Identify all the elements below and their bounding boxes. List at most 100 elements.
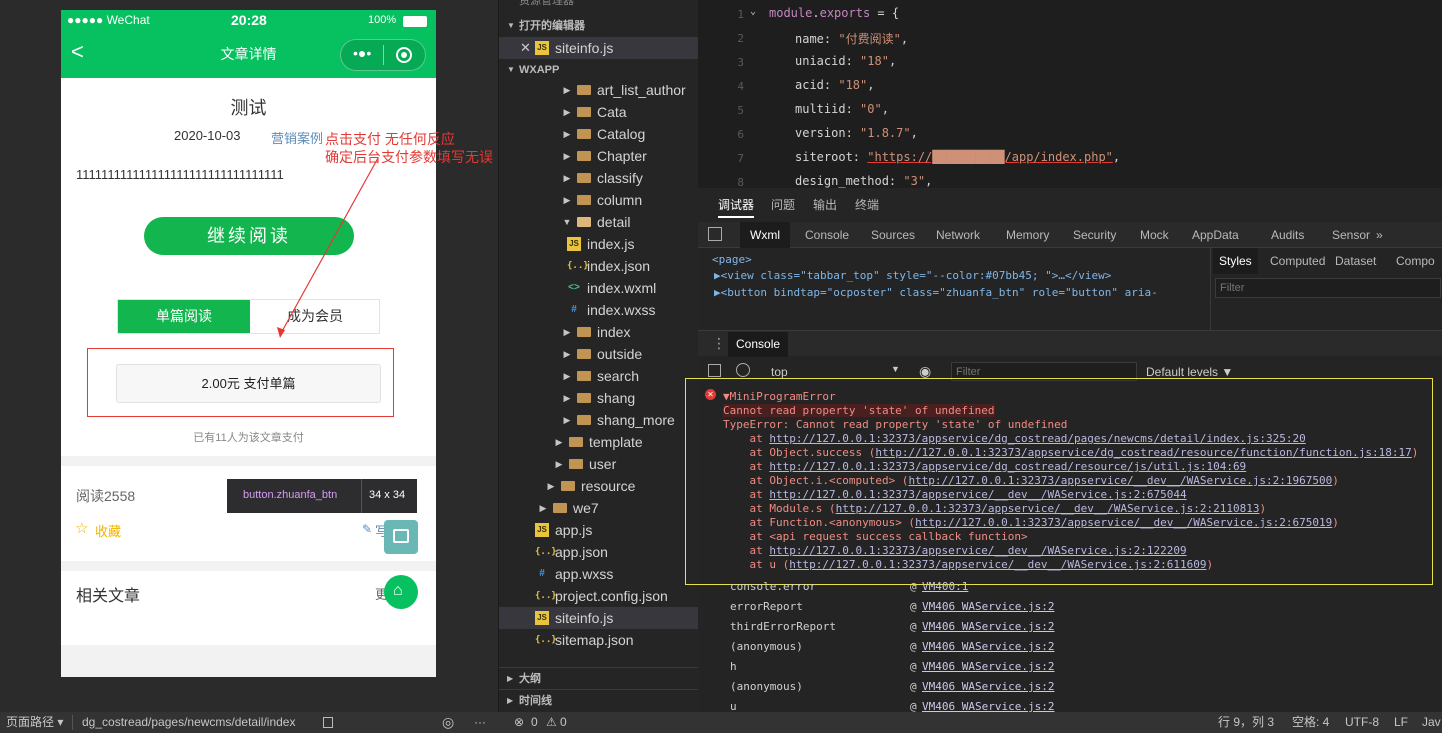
caret-right-icon[interactable]: ▶ [554, 431, 564, 453]
caret-right-icon[interactable]: ▶ [562, 387, 572, 409]
stack-link[interactable]: http://127.0.0.1:32373/appservice/__dev_… [836, 502, 1260, 515]
caret-right-icon[interactable]: ▶ [562, 145, 572, 167]
more-tabs-icon[interactable]: » [1376, 222, 1383, 248]
tree-item-user[interactable]: ▶ user [499, 453, 699, 475]
style-tab-compo[interactable]: Compo [1396, 248, 1435, 274]
tree-item-search[interactable]: ▶ search [499, 365, 699, 387]
style-tab-computed[interactable]: Computed [1270, 248, 1325, 274]
stack-link[interactable]: http://127.0.0.1:32373/appservice/__dev_… [789, 558, 1206, 571]
clear-console-icon[interactable] [736, 363, 750, 377]
indent-setting[interactable]: 空格: 4 [1292, 712, 1329, 733]
encoding[interactable]: UTF-8 [1345, 712, 1379, 733]
tree-item-app-js[interactable]: JS app.js [499, 519, 699, 541]
caret-right-icon[interactable]: ▶ [562, 101, 572, 123]
stack-link[interactable]: http://127.0.0.1:32373/appservice/dg_cos… [875, 446, 1411, 459]
tree-item-art-list-author[interactable]: ▶ art_list_author [499, 79, 699, 101]
call-source-link[interactable]: VM406 WAService.js:2 [922, 680, 1054, 693]
stack-link[interactable]: http://127.0.0.1:32373/appservice/__dev_… [769, 488, 1186, 501]
caret-right-icon[interactable]: ▶ [562, 189, 572, 211]
caret-right-icon[interactable]: ▶ [562, 321, 572, 343]
inspect-icon[interactable] [708, 227, 722, 241]
panel-tab-console[interactable]: Console [805, 222, 849, 248]
more-icon[interactable]: ··· [474, 712, 486, 733]
drawer-menu-icon[interactable]: ⋮ [712, 335, 726, 352]
call-source-link[interactable]: VM406 WAService.js:2 [922, 620, 1054, 633]
caret-right-icon[interactable]: ▶ [546, 475, 556, 497]
tree-item-template[interactable]: ▶ template [499, 431, 699, 453]
tree-item-index-wxss[interactable]: # index.wxss [499, 299, 699, 321]
eye-icon[interactable]: ◎ [442, 712, 454, 733]
caret-right-icon[interactable]: ▶ [562, 365, 572, 387]
wxml-line-1[interactable]: ▶<view class="tabbar_top" style="--color… [714, 269, 1111, 282]
console-drawer-tab[interactable]: Console [728, 332, 789, 357]
error-count[interactable]: 0 [531, 712, 538, 733]
tree-item-app-json[interactable]: {..} app.json [499, 541, 699, 563]
panel-tab-memory[interactable]: Memory [1006, 222, 1049, 248]
panel-tab-audits[interactable]: Audits [1271, 222, 1304, 248]
caret-right-icon[interactable]: ▶ [562, 79, 572, 101]
close-icon[interactable]: ✕ [520, 37, 531, 59]
styles-filter-input[interactable] [1215, 278, 1441, 298]
open-editors-header[interactable]: ▼ 打开的编辑器 [499, 15, 699, 37]
call-source-link[interactable]: VM400:1 [922, 580, 968, 593]
warning-icon[interactable]: ⚠ [546, 712, 557, 733]
open-editor-siteinfo[interactable]: ✕ JS siteinfo.js [499, 37, 699, 59]
page-path-label[interactable]: 页面路径 ▾ [6, 712, 63, 733]
panel-tab-security[interactable]: Security [1073, 222, 1116, 248]
warning-count[interactable]: 0 [560, 712, 567, 733]
panel-tab-mock[interactable]: Mock [1140, 222, 1169, 248]
stack-link[interactable]: http://127.0.0.1:32373/appservice/__dev_… [769, 544, 1186, 557]
error-count-icon[interactable]: ⊗ [514, 712, 524, 733]
tree-item-detail[interactable]: ▼ detail [499, 211, 699, 233]
tree-item-siteinfo-js[interactable]: JS siteinfo.js [499, 607, 699, 629]
panel-tab-wxml[interactable]: Wxml [740, 222, 790, 248]
copy-icon[interactable] [323, 717, 333, 728]
context-select[interactable]: top [771, 365, 788, 379]
tree-item-resource[interactable]: ▶ resource [499, 475, 699, 497]
tree-item-index[interactable]: ▶ index [499, 321, 699, 343]
wxml-line-2[interactable]: ▶<button bindtap="ocposter" class="zhuan… [714, 286, 1158, 299]
tree-item-shang[interactable]: ▶ shang [499, 387, 699, 409]
caret-down-icon[interactable]: ▼ [562, 211, 572, 233]
devtools-tab-2[interactable]: 输出 [813, 188, 837, 222]
caret-right-icon[interactable]: ▶ [554, 453, 564, 475]
panel-tab-sources[interactable]: Sources [871, 222, 915, 248]
context-dropdown-icon[interactable]: ▼ [891, 364, 900, 374]
panel-tab-network[interactable]: Network [936, 222, 980, 248]
tree-item-column[interactable]: ▶ column [499, 189, 699, 211]
stack-link[interactable]: http://127.0.0.1:32373/appservice/dg_cos… [769, 460, 1246, 473]
tree-item-index-json[interactable]: {..} index.json [499, 255, 699, 277]
tree-item-sitemap-json[interactable]: {..} sitemap.json [499, 629, 699, 651]
devtools-tab-0[interactable]: 调试器 [718, 192, 755, 218]
language-mode[interactable]: Jav [1422, 712, 1441, 733]
sidebar-toggle-icon[interactable] [708, 364, 721, 377]
caret-right-icon[interactable]: ▶ [562, 343, 572, 365]
style-tab-dataset[interactable]: Dataset [1335, 248, 1376, 274]
cursor-position[interactable]: 行 9，列 3 [1218, 712, 1274, 733]
tree-item-project-config-json[interactable]: {..} project.config.json [499, 585, 699, 607]
project-header[interactable]: ▼ WXAPP [499, 59, 699, 81]
stack-link[interactable]: http://127.0.0.1:32373/appservice/__dev_… [915, 516, 1332, 529]
caret-right-icon[interactable]: ▶ [562, 409, 572, 431]
devtools-tab-1[interactable]: 问题 [771, 188, 795, 222]
wxml-line-0[interactable]: <page> [712, 253, 752, 266]
tree-item-index-wxml[interactable]: <> index.wxml [499, 277, 699, 299]
line-ending[interactable]: LF [1394, 712, 1408, 733]
tree-item-catalog[interactable]: ▶ Catalog [499, 123, 699, 145]
panel-tab-appdata[interactable]: AppData [1192, 222, 1239, 248]
devtools-tab-3[interactable]: 终端 [855, 188, 879, 222]
tree-item-shang-more[interactable]: ▶ shang_more [499, 409, 699, 431]
error-title[interactable]: ▼MiniProgramError [723, 390, 836, 403]
tree-item-outside[interactable]: ▶ outside [499, 343, 699, 365]
panel-tab-sensor[interactable]: Sensor [1332, 222, 1370, 248]
tree-item-chapter[interactable]: ▶ Chapter [499, 145, 699, 167]
tree-item-index-js[interactable]: JS index.js [499, 233, 699, 255]
caret-right-icon[interactable]: ▶ [562, 167, 572, 189]
log-levels-select[interactable]: Default levels ▼ [1146, 365, 1233, 379]
stack-link[interactable]: http://127.0.0.1:32373/appservice/__dev_… [908, 474, 1332, 487]
tree-item-we7[interactable]: ▶ we7 [499, 497, 699, 519]
tree-item-cata[interactable]: ▶ Cata [499, 101, 699, 123]
fold-caret-icon[interactable]: ⌄ [750, 6, 756, 17]
stack-link[interactable]: http://127.0.0.1:32373/appservice/dg_cos… [769, 432, 1305, 445]
outline-header[interactable]: ▶ 大纲 [499, 667, 699, 689]
